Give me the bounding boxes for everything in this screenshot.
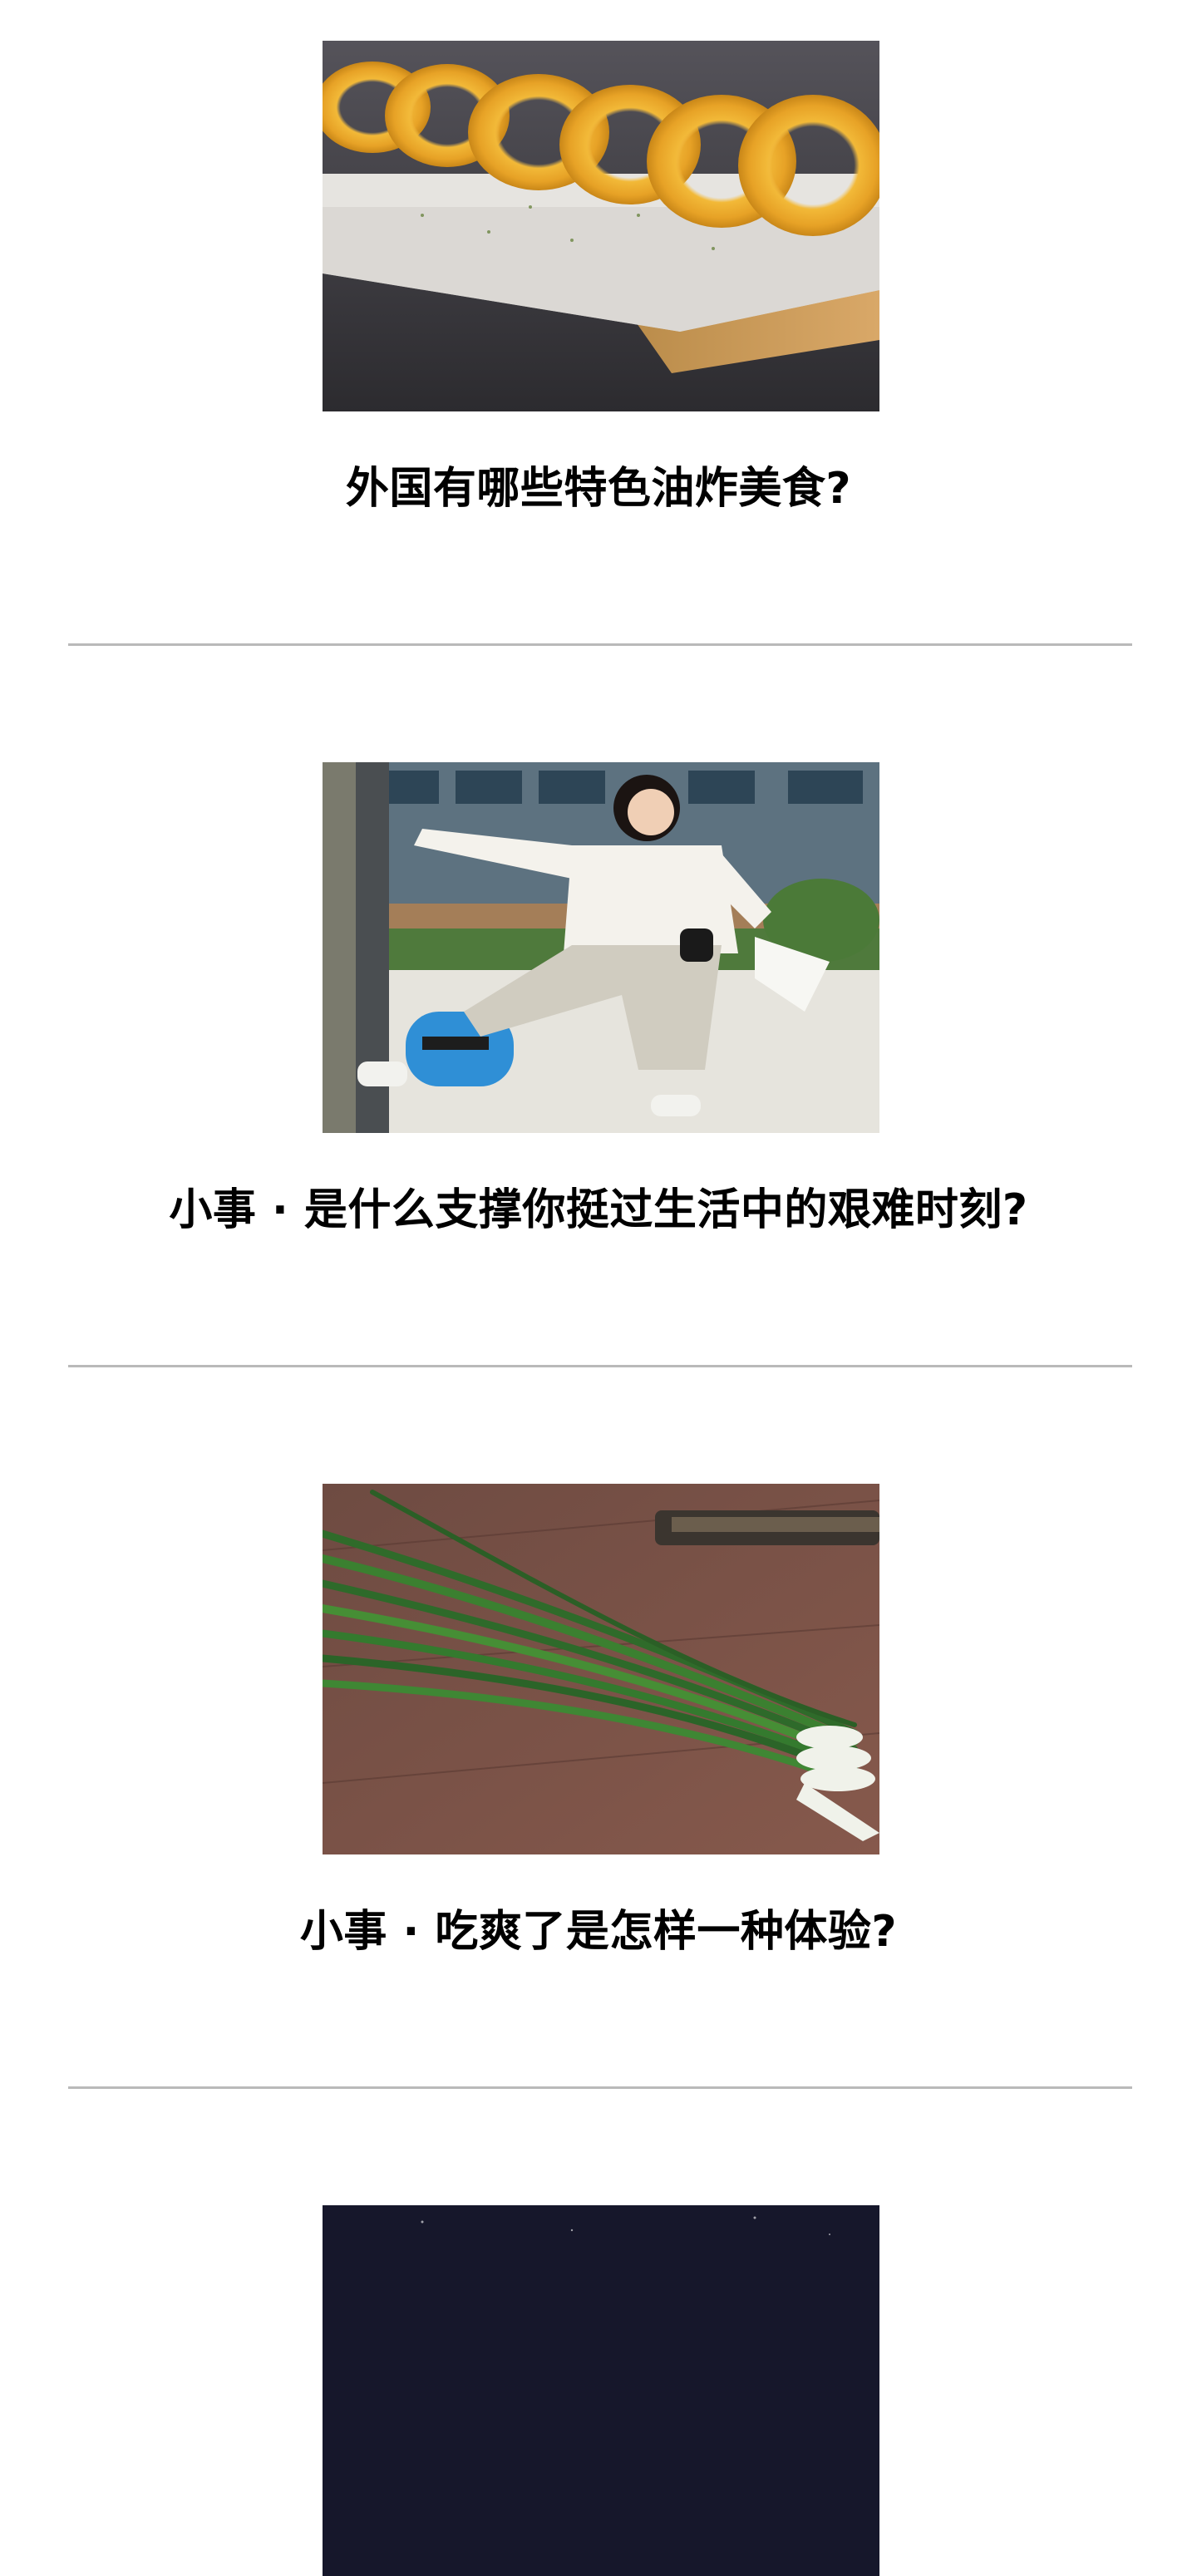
- article-thumbnail-fried-onion-rings[interactable]: [323, 41, 879, 411]
- divider: [68, 2086, 1132, 2089]
- night-sky-image: [323, 2205, 879, 2576]
- article-title[interactable]: 外国有哪些特色油炸美食?: [0, 456, 1197, 522]
- article-thumbnail-green-onions[interactable]: [323, 1484, 879, 1854]
- woman-photo-image: [323, 762, 879, 1133]
- article-title[interactable]: 小事 · 吃爽了是怎样一种体验?: [0, 1899, 1197, 1965]
- article-title[interactable]: 小事 · 是什么支撑你挺过生活中的艰难时刻?: [0, 1177, 1197, 1244]
- green-onion-image: [323, 1484, 879, 1854]
- divider: [68, 1365, 1132, 1367]
- article-thumbnail-woman[interactable]: [323, 762, 879, 1133]
- divider: [68, 643, 1132, 646]
- fried-food-image: [323, 41, 879, 411]
- article-thumbnail-night-sky[interactable]: [323, 2205, 879, 2576]
